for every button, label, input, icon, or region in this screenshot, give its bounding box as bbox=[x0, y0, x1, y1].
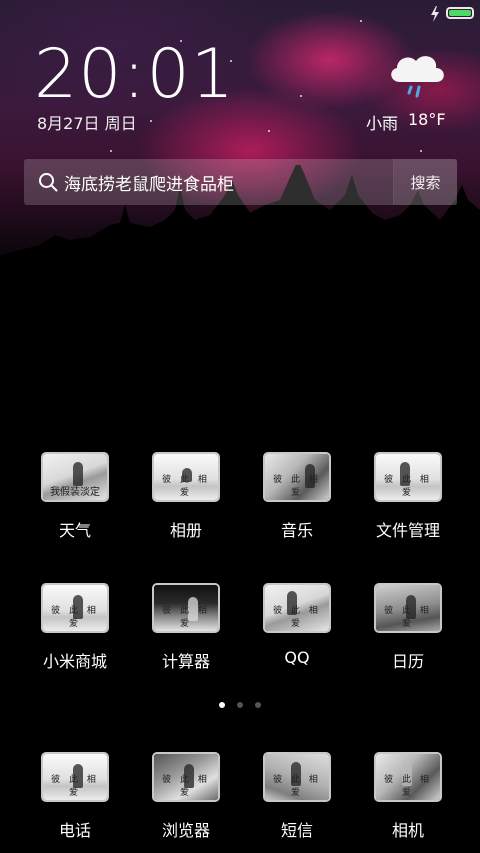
icon-overlay-text: 彼 此 相 爱 bbox=[273, 606, 321, 629]
calculator-app-icon[interactable]: 彼 此 相 爱 bbox=[152, 583, 220, 633]
gallery-app-icon[interactable]: 彼 此 相 爱 bbox=[152, 452, 220, 502]
app-label: QQ bbox=[284, 648, 310, 667]
file-manager-app-icon[interactable]: 彼 此 相 爱 bbox=[374, 452, 442, 502]
icon-overlay-text: 彼 此 相 爱 bbox=[273, 775, 321, 798]
app-label: 文件管理 bbox=[375, 521, 440, 540]
weather-temperature[interactable]: 18°F bbox=[408, 110, 446, 129]
weather-app-icon[interactable]: 我假装淡定 bbox=[41, 452, 109, 502]
app-music[interactable]: 彼 此 相 爱 音乐 bbox=[247, 452, 347, 562]
phone-app-icon[interactable]: 彼 此 相 爱 bbox=[41, 752, 109, 802]
battery-icon bbox=[446, 7, 474, 19]
weather-condition[interactable]: 小雨 bbox=[366, 110, 398, 134]
page-dot-2[interactable] bbox=[237, 702, 243, 708]
app-label: 日历 bbox=[391, 652, 424, 671]
calendar-app-icon[interactable]: 彼 此 相 爱 bbox=[374, 583, 442, 633]
search-bar[interactable]: 海底捞老鼠爬进食品柜 搜索 bbox=[24, 159, 457, 205]
clock-date[interactable]: 8月27日 周日 bbox=[37, 110, 137, 134]
app-label: 计算器 bbox=[161, 652, 210, 671]
browser-app-icon[interactable]: 彼 此 相 爱 bbox=[152, 752, 220, 802]
icon-overlay-text: 彼 此 相 爱 bbox=[51, 606, 99, 629]
page-dot-1[interactable] bbox=[219, 702, 225, 708]
dock-phone[interactable]: 彼 此 相 爱 电话 bbox=[25, 752, 125, 853]
icon-overlay-text: 彼 此 相 爱 bbox=[384, 775, 432, 798]
search-button[interactable]: 搜索 bbox=[394, 159, 457, 205]
app-weather[interactable]: 我假装淡定 天气 bbox=[25, 452, 125, 562]
music-app-icon[interactable]: 彼 此 相 爱 bbox=[263, 452, 331, 502]
icon-overlay-text: 彼 此 相 爱 bbox=[162, 606, 210, 629]
app-label: 天气 bbox=[58, 521, 91, 540]
app-label: 相机 bbox=[391, 821, 424, 840]
dock-messages[interactable]: 彼 此 相 爱 短信 bbox=[247, 752, 347, 853]
app-label: 相册 bbox=[169, 521, 202, 540]
search-input[interactable]: 海底捞老鼠爬进食品柜 bbox=[64, 170, 393, 195]
dock-camera[interactable]: 彼 此 相 爱 相机 bbox=[358, 752, 458, 853]
app-gallery[interactable]: 彼 此 相 爱 相册 bbox=[136, 452, 236, 562]
app-label: 短信 bbox=[280, 821, 313, 840]
home-screen: 20:01 8月27日 周日 小雨 18°F 海底捞老鼠爬进食品柜 搜索 我假装… bbox=[0, 0, 480, 853]
icon-overlay-text: 彼 此 相 爱 bbox=[273, 475, 321, 498]
icon-overlay-text: 我假装淡定 bbox=[50, 487, 100, 498]
messages-app-icon[interactable]: 彼 此 相 爱 bbox=[263, 752, 331, 802]
camera-app-icon[interactable]: 彼 此 相 爱 bbox=[374, 752, 442, 802]
clock-time[interactable]: 20:01 bbox=[34, 38, 235, 112]
battery-level-fill bbox=[449, 10, 471, 16]
app-calculator[interactable]: 彼 此 相 爱 计算器 bbox=[136, 583, 236, 693]
icon-overlay-text: 彼 此 相 爱 bbox=[51, 775, 99, 798]
app-mi-store[interactable]: 彼 此 相 爱 小米商城 bbox=[25, 583, 125, 693]
app-file-manager[interactable]: 彼 此 相 爱 文件管理 bbox=[358, 452, 458, 562]
lightning-bolt-icon bbox=[431, 6, 439, 22]
app-label: 小米商城 bbox=[42, 652, 107, 671]
app-label: 浏览器 bbox=[161, 821, 210, 840]
qq-app-icon[interactable]: 彼 此 相 爱 bbox=[263, 583, 331, 633]
dock-browser[interactable]: 彼 此 相 爱 浏览器 bbox=[136, 752, 236, 853]
app-qq[interactable]: 彼 此 相 爱 QQ bbox=[247, 583, 347, 693]
app-label: 音乐 bbox=[280, 521, 313, 540]
icon-overlay-text: 彼 此 相 爱 bbox=[162, 775, 210, 798]
icon-overlay-text: 彼 此 相 爱 bbox=[384, 606, 432, 629]
app-calendar[interactable]: 彼 此 相 爱 日历 bbox=[358, 583, 458, 693]
page-indicator[interactable] bbox=[0, 702, 480, 712]
mi-store-app-icon[interactable]: 彼 此 相 爱 bbox=[41, 583, 109, 633]
icon-overlay-text: 彼 此 相 爱 bbox=[384, 475, 432, 498]
status-bar bbox=[0, 0, 480, 28]
search-icon bbox=[39, 173, 58, 192]
rain-cloud-icon[interactable] bbox=[386, 50, 448, 100]
page-dot-3[interactable] bbox=[255, 702, 261, 708]
app-label: 电话 bbox=[58, 821, 91, 840]
icon-overlay-text: 彼 此 相 爱 bbox=[162, 475, 210, 498]
